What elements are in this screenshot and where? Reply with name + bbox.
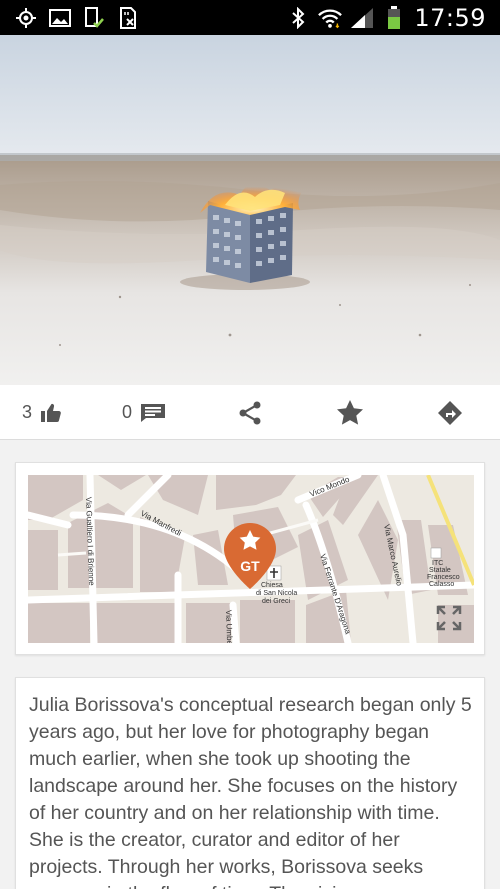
signal-icon xyxy=(350,6,374,30)
gallery-icon xyxy=(48,6,72,30)
status-bar: 17:59 xyxy=(0,0,500,35)
expand-map-button[interactable] xyxy=(436,605,462,631)
gps-icon xyxy=(14,6,38,30)
action-bar: 3 0 xyxy=(0,385,500,440)
comment-button[interactable]: 0 xyxy=(122,385,166,440)
share-icon xyxy=(237,400,263,426)
svg-text:di San Nicola: di San Nicola xyxy=(256,590,297,597)
clock-time: 17:59 xyxy=(414,3,486,32)
street-label-umberto: Via Umberto xyxy=(224,610,235,643)
sd-card-icon xyxy=(116,6,140,30)
phone-check-icon xyxy=(82,6,106,30)
location-map[interactable]: Via Gualtiero I di Brienne Via Manfredi … xyxy=(28,475,474,643)
thumbs-up-icon xyxy=(40,403,62,423)
svg-text:Calasso: Calasso xyxy=(429,581,454,588)
expand-icon xyxy=(436,605,462,631)
like-button[interactable]: 3 xyxy=(22,385,62,440)
svg-text:Francesco: Francesco xyxy=(427,574,460,581)
description-text: Julia Borissova's conceptual research be… xyxy=(29,694,472,889)
likes-count: 3 xyxy=(22,402,33,422)
svg-text:Statale: Statale xyxy=(429,567,451,574)
comment-icon xyxy=(140,403,166,423)
wifi-icon xyxy=(318,6,343,30)
directions-icon xyxy=(437,400,463,426)
description-card: Julia Borissova's conceptual research be… xyxy=(15,677,485,889)
share-button[interactable] xyxy=(237,385,263,440)
directions-button[interactable] xyxy=(437,385,463,440)
svg-text:Chiesa: Chiesa xyxy=(261,582,283,589)
hero-photo[interactable] xyxy=(0,35,500,385)
favorite-button[interactable] xyxy=(336,385,364,440)
bluetooth-icon xyxy=(286,6,310,30)
svg-text:dei Greci: dei Greci xyxy=(262,598,290,605)
svg-text:ITC: ITC xyxy=(432,560,443,567)
battery-icon xyxy=(382,5,406,30)
map-card: Via Gualtiero I di Brienne Via Manfredi … xyxy=(15,462,485,655)
burning-building-cube xyxy=(200,183,305,283)
marker-label: GT xyxy=(240,558,260,574)
comments-count: 0 xyxy=(122,402,133,422)
star-icon xyxy=(336,399,364,426)
